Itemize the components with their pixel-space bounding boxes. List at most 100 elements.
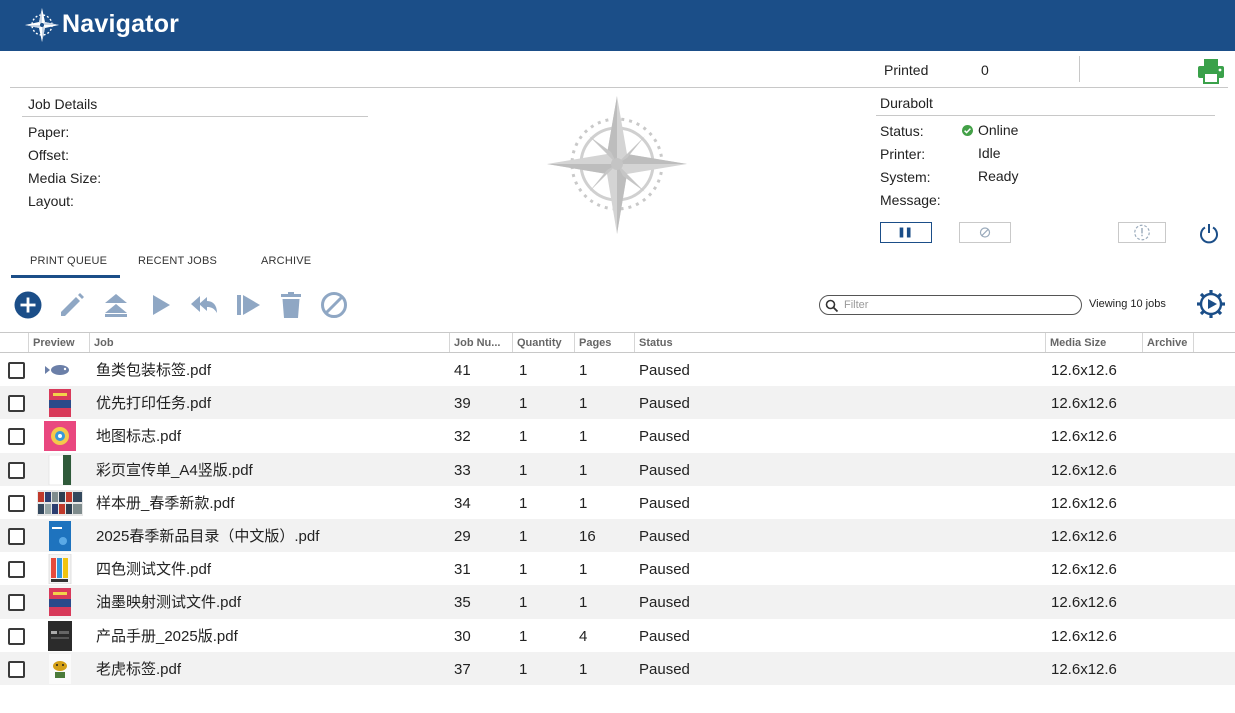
alert-button[interactable] (1118, 222, 1166, 243)
table-row[interactable]: 老虎标签.pdf 37 1 1 Paused 12.6x12.6 (0, 651, 1235, 685)
active-tab-indicator (11, 275, 120, 278)
cancel-printer-button[interactable] (959, 222, 1011, 243)
divider (10, 87, 1228, 88)
job-media-size: 12.6x12.6 (1051, 627, 1117, 645)
job-name: 地图标志.pdf (96, 428, 182, 446)
skip-icon[interactable] (233, 290, 263, 320)
table-row[interactable]: 四色测试文件.pdf 31 1 1 Paused 12.6x12.6 (0, 552, 1235, 585)
compass-logo-icon (25, 8, 59, 42)
job-pages: 1 (579, 461, 588, 479)
job-preview-thumbnail (44, 421, 76, 452)
job-quantity: 1 (519, 561, 528, 579)
filter-input[interactable] (844, 298, 1074, 312)
job-preview-thumbnail (49, 389, 71, 418)
column-header-status[interactable]: Status (634, 333, 1045, 352)
system-label: System: (880, 169, 931, 185)
row-checkbox[interactable] (8, 428, 25, 446)
row-checkbox[interactable] (8, 527, 25, 545)
job-number: 34 (454, 494, 471, 512)
job-status: Paused (639, 561, 690, 579)
tab-archive[interactable]: ARCHIVE (261, 255, 311, 267)
job-media-size: 12.6x12.6 (1051, 527, 1117, 545)
row-checkbox[interactable] (8, 660, 25, 678)
search-icon (825, 299, 839, 313)
job-media-size: 12.6x12.6 (1051, 395, 1117, 413)
delete-icon[interactable] (276, 290, 306, 320)
job-number: 30 (454, 627, 471, 645)
job-quantity: 1 (519, 461, 528, 479)
column-header-preview[interactable]: Preview (28, 333, 90, 352)
job-name: 四色测试文件.pdf (96, 561, 212, 579)
settings-gear-icon[interactable] (1196, 289, 1226, 319)
divider (22, 116, 368, 117)
job-status: Paused (639, 494, 690, 512)
job-name: 彩页宣传单_A4竖版.pdf (96, 461, 253, 479)
job-preview-thumbnail (48, 620, 72, 651)
row-checkbox[interactable] (8, 627, 25, 645)
power-icon[interactable] (1198, 222, 1220, 244)
job-media-size: 12.6x12.6 (1051, 660, 1117, 678)
table-row[interactable]: 样本册_春季新款.pdf 34 1 1 Paused 12.6x12.6 (0, 486, 1235, 519)
table-row[interactable]: 油墨映射测试文件.pdf 35 1 1 Paused 12.6x12.6 (0, 585, 1235, 619)
message-label: Message: (880, 192, 941, 208)
job-pages: 1 (579, 561, 588, 579)
play-icon[interactable] (146, 290, 176, 320)
table-row[interactable]: 优先打印任务.pdf 39 1 1 Paused 12.6x12.6 (0, 386, 1235, 420)
row-checkbox[interactable] (8, 561, 25, 579)
printer-value: Idle (978, 145, 1001, 161)
table-row[interactable]: 2025春季新品目录（中文版）.pdf 29 1 16 Paused 12.6x… (0, 518, 1235, 553)
job-media-size: 12.6x12.6 (1051, 428, 1117, 446)
job-status: Paused (639, 428, 690, 446)
job-status: Paused (639, 660, 690, 678)
job-name: 样本册_春季新款.pdf (96, 494, 235, 512)
job-number: 37 (454, 660, 471, 678)
column-header-pages[interactable]: Pages (574, 333, 634, 352)
job-media-size: 12.6x12.6 (1051, 494, 1117, 512)
printer-icon[interactable] (1197, 58, 1225, 84)
add-icon[interactable] (13, 290, 43, 320)
status-value: Online (978, 122, 1019, 138)
table-row[interactable]: 彩页宣传单_A4竖版.pdf 33 1 1 Paused 12.6x12.6 (0, 452, 1235, 486)
job-preview-thumbnail (48, 554, 72, 585)
row-checkbox[interactable] (8, 395, 25, 413)
cancel-icon[interactable] (319, 290, 349, 320)
edit-icon[interactable] (57, 290, 87, 320)
job-number: 39 (454, 395, 471, 413)
tab-print-queue[interactable]: PRINT QUEUE (30, 255, 107, 267)
job-pages: 16 (579, 527, 596, 545)
filter-field[interactable] (819, 295, 1082, 315)
job-preview-thumbnail (49, 588, 71, 617)
job-pages: 1 (579, 428, 588, 446)
row-checkbox[interactable] (8, 494, 25, 512)
column-header-quantity[interactable]: Quantity (512, 333, 574, 352)
job-quantity: 1 (519, 428, 528, 446)
column-header-media-size[interactable]: Media Size (1045, 333, 1143, 352)
job-preview-thumbnail (49, 520, 71, 551)
row-checkbox[interactable] (8, 461, 25, 479)
block-icon (979, 227, 991, 238)
pause-printer-button[interactable] (880, 222, 932, 243)
job-quantity: 1 (519, 660, 528, 678)
printer-label: Printer: (880, 146, 926, 162)
job-preview-thumbnail (45, 365, 69, 375)
media-size-label: Media Size: (28, 170, 102, 186)
column-header-job-number[interactable]: Job Nu... (449, 333, 512, 352)
column-header-job[interactable]: Job (89, 333, 449, 352)
row-checkbox[interactable] (8, 594, 25, 612)
job-pages: 1 (579, 660, 588, 678)
job-number: 41 (454, 362, 471, 379)
job-pages: 1 (579, 594, 588, 612)
divider (876, 115, 1215, 116)
column-header-archive[interactable]: Archive (1142, 333, 1194, 352)
app-title: Navigator (62, 10, 180, 38)
table-row[interactable]: 鱼类包装标签.pdf 41 1 1 Paused 12.6x12.6 (0, 353, 1235, 386)
row-checkbox[interactable] (8, 362, 25, 379)
reply-icon[interactable] (189, 290, 219, 320)
job-pages: 4 (579, 627, 588, 645)
table-row[interactable]: 产品手册_2025版.pdf 30 1 4 Paused 12.6x12.6 (0, 619, 1235, 652)
job-quantity: 1 (519, 527, 528, 545)
tab-recent-jobs[interactable]: RECENT JOBS (138, 255, 217, 267)
job-table-body: 鱼类包装标签.pdf 41 1 1 Paused 12.6x12.6 优先打印任… (0, 353, 1235, 685)
move-to-top-icon[interactable] (101, 290, 131, 320)
table-row[interactable]: 地图标志.pdf 32 1 1 Paused 12.6x12.6 (0, 419, 1235, 452)
